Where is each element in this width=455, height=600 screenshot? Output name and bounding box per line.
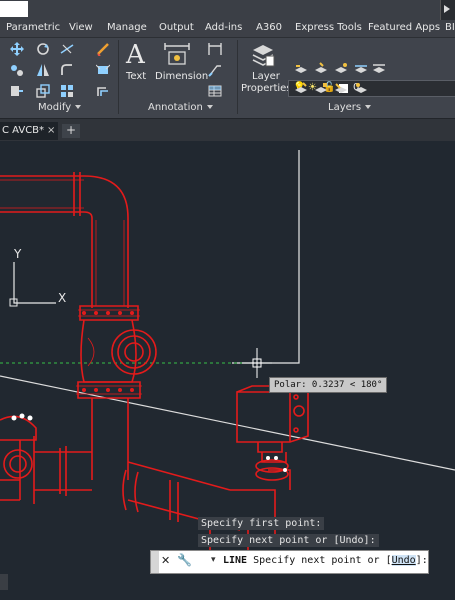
explode-icon[interactable] (96, 63, 110, 77)
erase-icon[interactable] (96, 42, 110, 56)
command-line-grip[interactable] (151, 551, 159, 573)
command-prompt: LINE Specify next point or [Undo]: (223, 555, 428, 566)
copy-icon[interactable] (10, 63, 24, 77)
layer-properties-line1[interactable]: Layer (252, 71, 280, 82)
actuator-box (236, 384, 309, 481)
tab-a360[interactable]: A360 (256, 22, 282, 33)
table-icon[interactable] (208, 84, 222, 98)
command-name: LINE (223, 555, 248, 566)
mirror-icon[interactable] (36, 63, 50, 77)
ucs-y-label: Y (13, 247, 22, 261)
tab-add-ins[interactable]: Add-ins (205, 22, 242, 33)
layer-tool-icon[interactable] (334, 82, 348, 96)
tab-bim[interactable]: BI (445, 22, 455, 33)
trim-icon[interactable] (60, 42, 74, 56)
move-icon[interactable] (10, 42, 24, 56)
command-prompt-text: Specify next point or [ (247, 555, 392, 566)
tab-output[interactable]: Output (159, 22, 194, 33)
crosshair-cursor (242, 348, 272, 378)
close-tab-icon[interactable]: × (47, 125, 55, 136)
layer-tool-icon[interactable] (372, 62, 386, 76)
leader-icon[interactable] (208, 63, 222, 77)
ribbon-tabs: Parametric View Manage Output Add-ins A3… (0, 20, 455, 38)
array-icon[interactable] (60, 84, 74, 98)
dimension-button[interactable]: Dimension (155, 71, 208, 82)
scale-icon[interactable] (36, 84, 50, 98)
ucs-x-label: X (58, 291, 66, 305)
stretch-icon[interactable] (10, 84, 24, 98)
tab-express-tools[interactable]: Express Tools (295, 22, 362, 33)
layer-tool-icon[interactable] (294, 82, 308, 96)
annotation-panel-label[interactable]: Annotation (148, 102, 213, 113)
layer-properties-line2[interactable]: Properties (241, 83, 292, 94)
modify-panel-label[interactable]: Modify (38, 102, 82, 113)
new-tab-button[interactable]: + (62, 124, 80, 138)
command-prompt-suffix: ]: (415, 555, 428, 566)
panel-separator (118, 40, 119, 114)
drawing-canvas[interactable]: Y X (0, 141, 455, 600)
tab-view[interactable]: View (69, 22, 93, 33)
title-bar (0, 0, 455, 20)
layer-tool-icon[interactable] (314, 82, 328, 96)
undo-option[interactable]: Undo (391, 555, 416, 566)
tab-parametric[interactable]: Parametric (6, 22, 60, 33)
close-icon[interactable]: ✕ (161, 554, 170, 567)
panel-separator (237, 40, 238, 114)
command-history-line: Specify next point or [Undo]: (198, 534, 379, 547)
offset-icon[interactable] (96, 84, 110, 98)
fillet-icon[interactable] (60, 63, 74, 77)
linear-dim-icon[interactable] (208, 42, 222, 56)
layers-panel-label[interactable]: Layers (328, 102, 372, 113)
white-line (232, 150, 300, 364)
status-edge (0, 574, 8, 590)
dimension-icon[interactable] (163, 42, 191, 68)
layer-properties-icon[interactable] (250, 42, 276, 68)
file-tabs: C AVCB* × + (0, 118, 455, 141)
tab-featured-apps[interactable]: Featured Apps (368, 22, 440, 33)
ucs-icon (9, 262, 56, 307)
layer-tool-icon[interactable] (294, 62, 308, 76)
flange-bolts (82, 311, 134, 392)
search-field[interactable] (0, 1, 28, 17)
recent-commands-icon[interactable]: ▾ (211, 555, 216, 565)
rotate-icon[interactable] (36, 42, 50, 56)
bolt-highlights (11, 413, 33, 421)
scroll-right-button[interactable] (440, 0, 455, 20)
file-tab-label: C AVCB* (2, 125, 45, 136)
command-line[interactable]: ✕ 🔧 ▾ LINE Specify next point or [Undo]: (150, 550, 429, 574)
polar-tooltip: Polar: 0.3237 < 180° (269, 377, 388, 393)
ribbon: Modify A Text Dimension Annotation Layer… (0, 38, 455, 118)
text-button[interactable]: Text (126, 71, 146, 82)
file-tab-avcb[interactable]: C AVCB* × (0, 122, 58, 140)
command-history-line: Specify first point: (198, 517, 325, 530)
layer-tool-icon[interactable] (314, 62, 328, 76)
tab-manage[interactable]: Manage (107, 22, 147, 33)
pipe-drawing (0, 172, 291, 560)
text-icon[interactable]: A (126, 40, 145, 70)
layer-tool-icon[interactable] (354, 62, 368, 76)
layer-tool-icon[interactable] (354, 82, 368, 96)
customize-icon[interactable]: 🔧 (177, 553, 192, 567)
layer-tool-icon[interactable] (334, 62, 348, 76)
